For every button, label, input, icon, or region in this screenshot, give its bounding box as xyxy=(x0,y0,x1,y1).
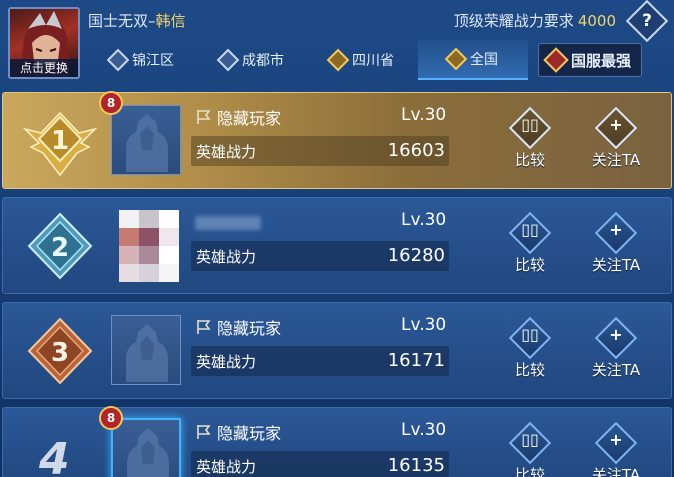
player-portrait[interactable] xyxy=(111,418,181,477)
player-portrait[interactable] xyxy=(111,105,181,175)
rank-number: 1 xyxy=(51,126,69,156)
city-badge-icon xyxy=(216,48,240,72)
player-name-text: 隐藏玩家 xyxy=(217,424,282,443)
hero-power-bar: 英雄战力 16135 xyxy=(191,451,449,477)
player-name: 隐藏玩家 xyxy=(195,420,281,444)
compare-label: 比较 xyxy=(514,466,545,477)
tab-label: 全国 xyxy=(470,52,498,68)
power-value: 16171 xyxy=(387,350,445,371)
requirement-label: 顶级荣耀战力要求 xyxy=(453,12,574,30)
flag-icon xyxy=(197,425,211,439)
power-value: 16603 xyxy=(387,140,445,161)
power-label: 英雄战力 xyxy=(196,248,257,266)
requirement-value: 4000 xyxy=(577,12,616,30)
province-badge-icon xyxy=(326,48,350,72)
ranking-row[interactable]: 3 隐藏玩家 Lv.30 英雄战力 16171 ▯▯ 比较 + 关注TA xyxy=(2,302,672,399)
tab-province[interactable]: 四川省 xyxy=(326,40,394,80)
hidden-player-silhouette-icon xyxy=(126,324,168,382)
hero-avatar[interactable]: 点击更换 xyxy=(8,7,80,79)
flag-icon xyxy=(197,110,211,124)
power-requirement: 顶级荣耀战力要求 4000 xyxy=(454,10,616,31)
player-name: 隐藏玩家 xyxy=(195,315,281,339)
player-level: Lv.30 xyxy=(401,105,447,125)
tab-national-strongest[interactable]: 国服最强 xyxy=(538,43,643,77)
follow-label: 关注TA xyxy=(591,151,641,169)
rank-number: 2 xyxy=(51,233,69,263)
follow-button[interactable]: + 关注TA xyxy=(586,211,646,282)
compare-label: 比较 xyxy=(514,256,545,274)
change-avatar-caption[interactable]: 点击更换 xyxy=(10,59,78,77)
tab-city[interactable]: 成都市 xyxy=(216,40,284,80)
rank-number: 3 xyxy=(51,338,69,368)
blurred-player-name xyxy=(195,216,261,230)
player-level: Lv.30 xyxy=(401,315,447,335)
compare-button[interactable]: ▯▯ 比较 xyxy=(500,211,560,282)
follow-button[interactable]: + 关注TA xyxy=(586,316,646,387)
power-label: 英雄战力 xyxy=(196,143,257,161)
hidden-player-silhouette-icon xyxy=(126,114,168,172)
hero-title-text: 国士无双– xyxy=(88,12,156,30)
district-badge-icon xyxy=(106,48,130,72)
mosaic-avatar[interactable] xyxy=(119,210,179,282)
region-tabs: 锦江区 成都市 四川省 全国 国服最强 xyxy=(88,40,674,80)
power-value: 16135 xyxy=(387,455,445,476)
compare-button[interactable]: ▯▯ 比较 xyxy=(500,106,560,177)
ranking-row[interactable]: 2 Lv.30 英雄战力 16280 ▯▯ 比较 + 关注TA xyxy=(2,197,672,294)
player-portrait[interactable] xyxy=(111,315,181,385)
rank-number: 4 xyxy=(39,434,70,477)
compare-label: 比较 xyxy=(514,361,545,379)
power-label: 英雄战力 xyxy=(196,458,257,476)
rank-1-badge-icon: 1 xyxy=(22,111,98,177)
follow-button[interactable]: + 关注TA xyxy=(586,421,646,477)
power-label: 英雄战力 xyxy=(196,353,257,371)
compare-label: 比较 xyxy=(514,151,545,169)
vip-level-badge: 8 xyxy=(99,91,123,115)
player-name-text: 隐藏玩家 xyxy=(217,319,282,338)
ranking-row[interactable]: 1 8 隐藏玩家 Lv.30 英雄战力 16603 ▯▯ 比较 + 关注TA xyxy=(2,91,672,189)
tab-label: 成都市 xyxy=(242,53,284,69)
ranking-row[interactable]: 4 8 隐藏玩家 Lv.30 英雄战力 16135 ▯▯ 比较 + 关注TA xyxy=(2,406,672,477)
tab-label: 国服最强 xyxy=(571,51,632,70)
rank-3-badge-icon: 3 xyxy=(27,317,93,385)
hidden-player-silhouette-icon xyxy=(127,428,169,477)
header: 点击更换 国士无双–韩信 顶级荣耀战力要求 4000 ? 锦江区 成都市 四川省 … xyxy=(0,0,674,88)
tab-national[interactable]: 全国 xyxy=(418,40,528,80)
national-badge-icon xyxy=(444,47,468,71)
flag-icon xyxy=(197,320,211,334)
player-name-text: 隐藏玩家 xyxy=(217,109,282,128)
follow-button[interactable]: + 关注TA xyxy=(586,106,646,177)
hero-name: 韩信 xyxy=(155,12,186,30)
national-strongest-icon xyxy=(543,47,569,73)
tab-district[interactable]: 锦江区 xyxy=(106,40,174,80)
player-level: Lv.30 xyxy=(401,210,447,230)
player-level: Lv.30 xyxy=(401,420,447,440)
compare-button[interactable]: ▯▯ 比较 xyxy=(500,421,560,477)
help-button[interactable]: ? xyxy=(625,0,669,43)
compare-button[interactable]: ▯▯ 比较 xyxy=(500,316,560,387)
hero-title: 国士无双–韩信 xyxy=(88,10,186,31)
follow-label: 关注TA xyxy=(591,256,641,274)
rank-2-badge-icon: 2 xyxy=(27,212,93,280)
power-value: 16280 xyxy=(387,245,445,266)
hero-power-bar: 英雄战力 16171 xyxy=(191,346,449,376)
hero-power-bar: 英雄战力 16603 xyxy=(191,136,449,166)
tab-label: 锦江区 xyxy=(132,53,174,69)
tab-label: 四川省 xyxy=(352,53,394,69)
question-icon: ? xyxy=(642,11,652,31)
hero-power-bar: 英雄战力 16280 xyxy=(191,241,449,271)
player-name: 隐藏玩家 xyxy=(195,105,281,129)
follow-label: 关注TA xyxy=(591,466,641,477)
vip-level-badge: 8 xyxy=(99,406,123,430)
follow-label: 关注TA xyxy=(591,361,641,379)
